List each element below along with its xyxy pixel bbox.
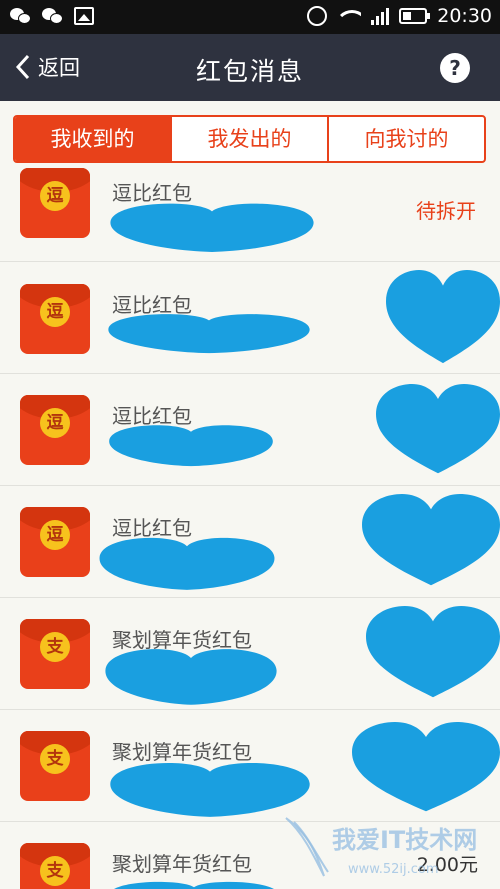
red-packet-icon: 逗 [20, 168, 90, 238]
tab-received[interactable]: 我收到的 [15, 117, 170, 161]
redaction-heart [366, 606, 500, 702]
red-packet-icon: 逗 [20, 284, 90, 354]
red-packet-icon: 逗 [20, 507, 90, 577]
alarm-icon [307, 6, 328, 26]
list-item[interactable]: 逗 逗比红包 待拆开 [0, 165, 500, 262]
signal-icon [371, 7, 390, 25]
redaction-heart [376, 384, 500, 478]
redaction-heart [386, 270, 500, 368]
redaction-heart [362, 494, 500, 590]
list-item[interactable]: 逗 逗比红包 [0, 262, 500, 374]
wifi-icon [337, 8, 362, 24]
red-packet-list: 逗 逗比红包 待拆开 逗 逗比红包 逗 逗比红包 逗 逗比红包 支 聚划算年货红… [0, 165, 500, 889]
redaction-blob [104, 880, 284, 889]
image-icon [74, 7, 94, 25]
list-item[interactable]: 逗 逗比红包 [0, 486, 500, 598]
battery-icon [399, 8, 431, 24]
redaction-blob [104, 201, 320, 253]
redaction-blob [94, 535, 280, 591]
tab-bar: 我收到的 我发出的 向我讨的 [13, 115, 486, 163]
wechat-icon [42, 6, 64, 26]
status-bar: 20:30 [0, 0, 500, 34]
nav-bar: 返回 红包消息 ? [0, 34, 500, 101]
redaction-blob [102, 312, 316, 354]
list-item[interactable]: 支 聚划算年货红包 [0, 598, 500, 710]
watermark-text: 我爱IT技术网 [332, 826, 478, 854]
redaction-blob [104, 423, 278, 467]
redaction-blob [104, 760, 316, 818]
redaction-heart [352, 722, 500, 816]
tab-requested[interactable]: 向我讨的 [327, 117, 484, 161]
red-packet-icon: 支 [20, 843, 90, 889]
list-item[interactable]: 支 聚划算年货红包 [0, 710, 500, 822]
watermark: 我爱IT技术网 www.52ij.com [282, 812, 500, 889]
item-status: 待拆开 [416, 199, 476, 223]
item-title: 聚划算年货红包 [112, 852, 252, 876]
wechat-icon [10, 6, 32, 26]
redaction-blob [100, 646, 282, 706]
tab-sent[interactable]: 我发出的 [170, 117, 327, 161]
red-packet-icon: 支 [20, 731, 90, 801]
red-packet-icon: 支 [20, 619, 90, 689]
page-title: 红包消息 [195, 57, 304, 86]
status-time: 20:30 [437, 5, 492, 27]
red-packet-icon: 逗 [20, 395, 90, 465]
help-button[interactable]: ? [440, 53, 470, 83]
watermark-url: www.52ij.com [348, 862, 439, 877]
list-item[interactable]: 逗 逗比红包 [0, 374, 500, 486]
